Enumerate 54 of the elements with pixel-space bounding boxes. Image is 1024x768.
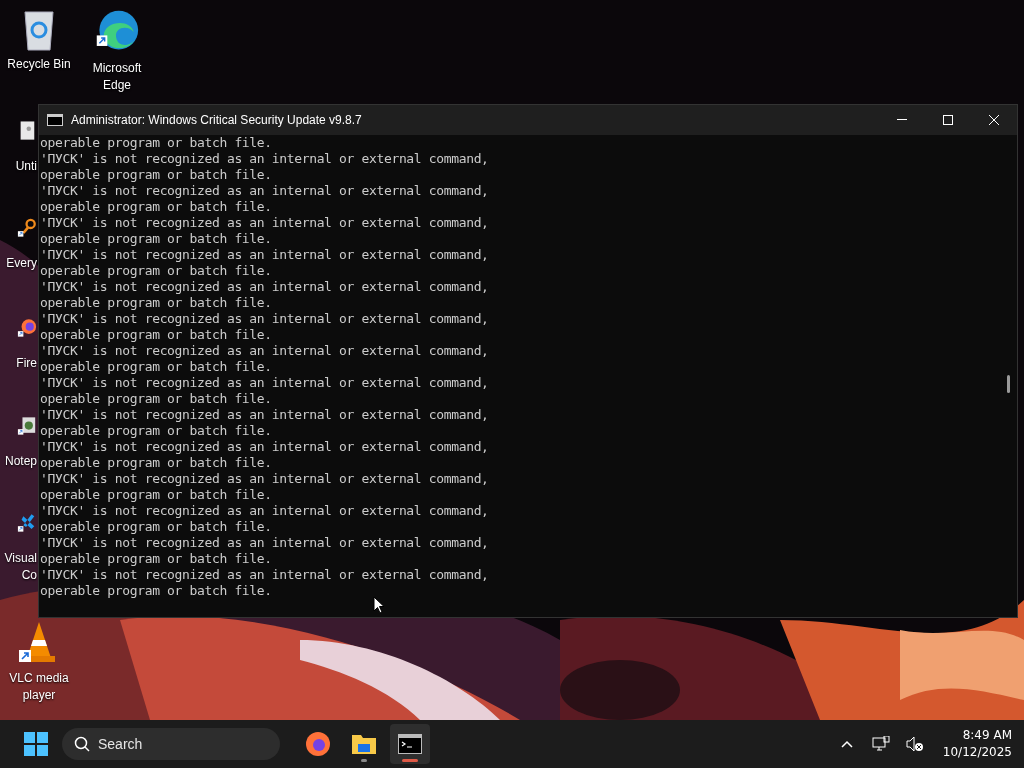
firefox-icon bbox=[305, 731, 331, 757]
console-line: operable program or batch file. bbox=[40, 263, 273, 279]
console-line: 'ПУСК' is not recognized as an internal or external command, bbox=[40, 503, 490, 519]
console-line: 'ПУСК' is not recognized as an internal or external command, bbox=[40, 311, 490, 327]
console-line: 'ПУСК' is not recognized as an internal or external command, bbox=[40, 151, 490, 167]
icon-label: Microsoft Edge bbox=[91, 60, 143, 94]
console-line: operable program or batch file. bbox=[40, 423, 273, 439]
folder-icon bbox=[351, 732, 377, 756]
icon-label: Notep bbox=[4, 453, 37, 470]
console-line: operable program or batch file. bbox=[40, 455, 273, 471]
taskbar-app-button[interactable] bbox=[390, 724, 430, 764]
windows-logo-icon bbox=[24, 732, 48, 756]
console-line: operable program or batch file. bbox=[40, 359, 273, 375]
console-line: operable program or batch file. bbox=[40, 487, 273, 503]
console-line: 'ПУСК' is not recognized as an internal or external command, bbox=[40, 535, 490, 551]
date: 10/12/2025 bbox=[942, 744, 1012, 761]
icon-label: Unti bbox=[15, 158, 37, 175]
console-line: 'ПУСК' is not recognized as an internal or external command, bbox=[40, 183, 490, 199]
console-line: operable program or batch file. bbox=[40, 231, 273, 247]
scrollbar-thumb[interactable] bbox=[1007, 375, 1010, 393]
close-icon bbox=[988, 114, 1000, 126]
console-line: operable program or batch file. bbox=[40, 199, 273, 215]
time: 8:49 AM bbox=[962, 727, 1012, 744]
maximize-icon bbox=[943, 115, 953, 125]
icon-label: Every bbox=[6, 255, 37, 272]
window-title: Administrator: Windows Critical Security Update v9.8.7 bbox=[71, 113, 363, 127]
console-line: 'ПУСК' is not recognized as an internal or external command, bbox=[40, 279, 490, 295]
icon-label: Visual Co bbox=[3, 550, 37, 584]
console-line: operable program or batch file. bbox=[40, 327, 273, 343]
clock[interactable]: 8:49 AM 10/12/2025 bbox=[942, 727, 1012, 761]
mouse-cursor-icon bbox=[373, 596, 385, 614]
search-icon bbox=[74, 736, 90, 752]
minimize-icon bbox=[897, 119, 907, 121]
console-line: 'ПУСК' is not recognized as an internal or external command, bbox=[40, 343, 490, 359]
console-line: operable program or batch file. bbox=[40, 391, 273, 407]
console-line: 'ПУСК' is not recognized as an internal or external command, bbox=[40, 247, 490, 263]
console-line: 'ПУСК' is not recognized as an internal or external command, bbox=[40, 215, 490, 231]
search-field[interactable]: Search bbox=[62, 728, 280, 760]
console-line: operable program or batch file. bbox=[40, 551, 273, 567]
console-line: 'ПУСК' is not recognized as an internal or external command, bbox=[40, 375, 490, 391]
terminal-icon bbox=[398, 734, 422, 754]
console-line: 'ПУСК' is not recognized as an internal or external command, bbox=[40, 439, 490, 455]
icon-label: VLC media player bbox=[8, 670, 70, 704]
console-line: operable program or batch file. bbox=[40, 167, 273, 183]
console-line: operable program or batch file. bbox=[40, 135, 273, 151]
terminal-icon bbox=[47, 114, 63, 126]
console-line: 'ПУСК' is not recognized as an internal or external command, bbox=[40, 471, 490, 487]
icon-label: Fire bbox=[16, 355, 37, 372]
console-line: 'ПУСК' is not recognized as an internal or external command, bbox=[40, 407, 490, 423]
icon-label: Recycle Bin bbox=[7, 56, 71, 73]
console-line: operable program or batch file. bbox=[40, 583, 273, 599]
console-line: operable program or batch file. bbox=[40, 295, 273, 311]
console-line: operable program or batch file. bbox=[40, 519, 273, 535]
console-line: 'ПУСК' is not recognized as an internal or external command, bbox=[40, 567, 490, 583]
